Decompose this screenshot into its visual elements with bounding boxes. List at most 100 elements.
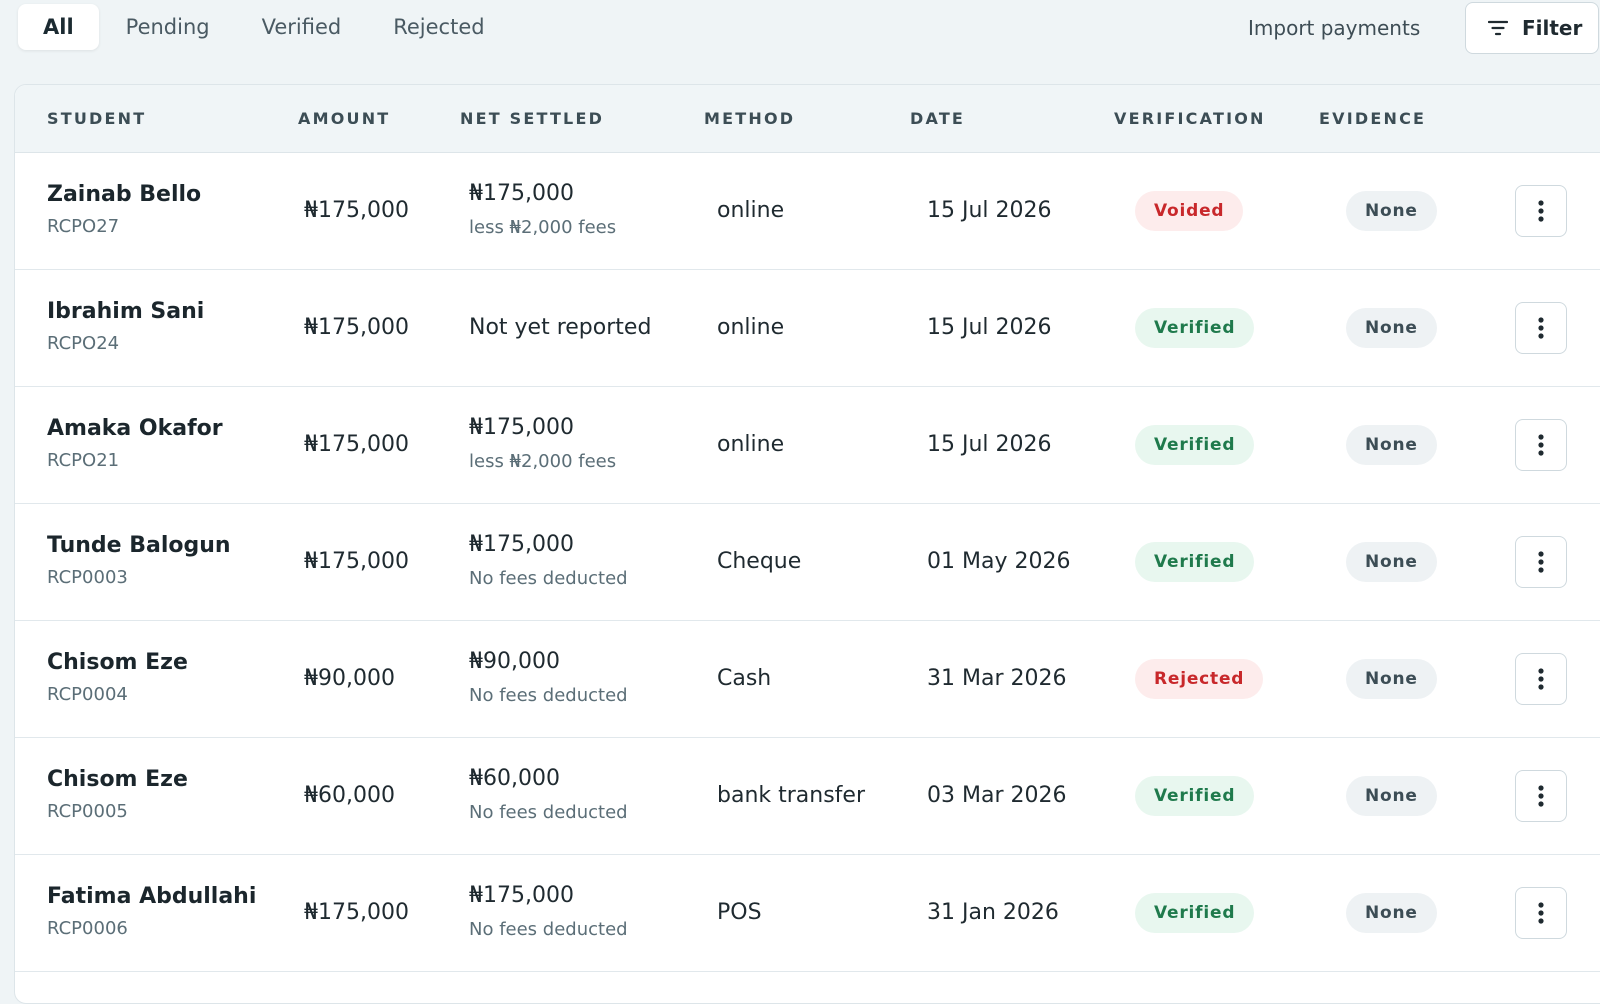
verification-status-badge: Rejected bbox=[1135, 659, 1264, 699]
amount-value: ₦175,000 bbox=[304, 549, 409, 574]
student-name: Amaka Okafor bbox=[47, 416, 223, 441]
payment-method: online bbox=[717, 315, 785, 340]
amount-value: ₦175,000 bbox=[304, 432, 409, 457]
net-settled-note: less ₦2,000 fees bbox=[469, 217, 617, 238]
table-row[interactable]: Amaka Okafor RCPO21 ₦175,000 ₦175,000 le… bbox=[15, 387, 1600, 504]
payment-date: 03 Mar 2026 bbox=[927, 783, 1067, 808]
more-vertical-icon bbox=[1538, 551, 1544, 573]
net-settled-value: ₦60,000 bbox=[469, 766, 560, 791]
row-actions-button[interactable] bbox=[1515, 419, 1567, 471]
payment-method: online bbox=[717, 432, 785, 457]
toolbar: All Pending Verified Rejected Import pay… bbox=[0, 0, 1600, 56]
net-settled-note: No fees deducted bbox=[469, 685, 628, 706]
column-header-evidence: EVIDENCE bbox=[1319, 108, 1427, 128]
table-row[interactable]: Chisom Eze RCP0005 ₦60,000 ₦60,000 No fe… bbox=[15, 738, 1600, 855]
status-tabs: All Pending Verified Rejected bbox=[18, 4, 512, 50]
import-payments-button[interactable]: Import payments bbox=[1248, 8, 1420, 48]
receipt-code: RCP0003 bbox=[47, 567, 128, 588]
payment-method: bank transfer bbox=[717, 783, 866, 808]
row-actions-button[interactable] bbox=[1515, 653, 1567, 705]
student-name: Chisom Eze bbox=[47, 767, 188, 792]
student-name: Zainab Bello bbox=[47, 182, 202, 207]
payment-date: 15 Jul 2026 bbox=[927, 315, 1052, 340]
receipt-code: RCPO24 bbox=[47, 333, 120, 354]
amount-value: ₦90,000 bbox=[304, 666, 395, 691]
verification-status-badge: Verified bbox=[1135, 542, 1255, 582]
receipt-code: RCP0004 bbox=[47, 684, 128, 705]
row-actions-button[interactable] bbox=[1515, 302, 1567, 354]
filter-button[interactable]: Filter bbox=[1465, 2, 1599, 54]
net-settled-note: No fees deducted bbox=[469, 568, 628, 589]
verification-status-badge: Verified bbox=[1135, 776, 1255, 816]
row-actions-button[interactable] bbox=[1515, 887, 1567, 939]
tab-all[interactable]: All bbox=[18, 4, 99, 50]
payment-method: Cheque bbox=[717, 549, 802, 574]
more-vertical-icon bbox=[1538, 785, 1544, 807]
student-name: Chisom Eze bbox=[47, 650, 188, 675]
receipt-code: RCP0006 bbox=[47, 918, 128, 939]
net-settled-value: ₦175,000 bbox=[469, 181, 574, 206]
evidence-badge: None bbox=[1346, 425, 1437, 465]
row-actions-button[interactable] bbox=[1515, 536, 1567, 588]
net-settled-value: Not yet reported bbox=[469, 315, 652, 340]
more-vertical-icon bbox=[1538, 668, 1544, 690]
tab-rejected[interactable]: Rejected bbox=[368, 4, 509, 50]
evidence-badge: None bbox=[1346, 191, 1437, 231]
net-settled-value: ₦175,000 bbox=[469, 883, 574, 908]
student-name: Tunde Balogun bbox=[47, 533, 231, 558]
evidence-badge: None bbox=[1346, 893, 1437, 933]
table-row[interactable]: Tunde Balogun RCP0003 ₦175,000 ₦175,000 … bbox=[15, 504, 1600, 621]
tab-pending[interactable]: Pending bbox=[101, 4, 235, 50]
more-vertical-icon bbox=[1538, 434, 1544, 456]
table-row[interactable]: Ibrahim Sani RCPO24 ₦175,000 Not yet rep… bbox=[15, 270, 1600, 387]
receipt-code: RCPO27 bbox=[47, 216, 120, 237]
evidence-badge: None bbox=[1346, 659, 1437, 699]
more-vertical-icon bbox=[1538, 200, 1544, 222]
payment-date: 01 May 2026 bbox=[927, 549, 1071, 574]
payment-method: Cash bbox=[717, 666, 772, 691]
amount-value: ₦175,000 bbox=[304, 900, 409, 925]
payment-date: 15 Jul 2026 bbox=[927, 432, 1052, 457]
verification-status-badge: Verified bbox=[1135, 425, 1255, 465]
table-row[interactable]: Zainab Bello RCPO27 ₦175,000 ₦175,000 le… bbox=[15, 153, 1600, 270]
evidence-badge: None bbox=[1346, 308, 1437, 348]
amount-value: ₦60,000 bbox=[304, 783, 395, 808]
payment-method: online bbox=[717, 198, 785, 223]
more-vertical-icon bbox=[1538, 317, 1544, 339]
column-header-method: METHOD bbox=[704, 108, 796, 128]
column-header-student: STUDENT bbox=[47, 108, 147, 128]
column-header-amount: AMOUNT bbox=[298, 108, 391, 128]
net-settled-value: ₦90,000 bbox=[469, 649, 560, 674]
payment-date: 31 Mar 2026 bbox=[927, 666, 1067, 691]
filter-label: Filter bbox=[1522, 16, 1583, 40]
amount-value: ₦175,000 bbox=[304, 315, 409, 340]
student-name: Fatima Abdullahi bbox=[47, 884, 257, 909]
net-settled-value: ₦175,000 bbox=[469, 532, 574, 557]
receipt-code: RCPO21 bbox=[47, 450, 120, 471]
receipt-code: RCP0005 bbox=[47, 801, 128, 822]
student-name: Ibrahim Sani bbox=[47, 299, 205, 324]
row-actions-button[interactable] bbox=[1515, 185, 1567, 237]
more-vertical-icon bbox=[1538, 902, 1544, 924]
column-header-verification: VERIFICATION bbox=[1114, 108, 1266, 128]
verification-status-badge: Verified bbox=[1135, 308, 1255, 348]
column-header-net-settled: NET SETTLED bbox=[460, 108, 605, 128]
table-row[interactable]: Chisom Eze RCP0004 ₦90,000 ₦90,000 No fe… bbox=[15, 621, 1600, 738]
payments-table: STUDENT AMOUNT NET SETTLED METHOD DATE V… bbox=[14, 84, 1600, 1004]
evidence-badge: None bbox=[1346, 542, 1437, 582]
payment-date: 15 Jul 2026 bbox=[927, 198, 1052, 223]
net-settled-note: No fees deducted bbox=[469, 919, 628, 940]
evidence-badge: None bbox=[1346, 776, 1437, 816]
net-settled-note: No fees deducted bbox=[469, 802, 628, 823]
table-body: Zainab Bello RCPO27 ₦175,000 ₦175,000 le… bbox=[15, 153, 1600, 972]
verification-status-badge: Voided bbox=[1135, 191, 1244, 231]
column-header-date: DATE bbox=[910, 108, 966, 128]
row-actions-button[interactable] bbox=[1515, 770, 1567, 822]
payment-method: POS bbox=[717, 900, 762, 925]
net-settled-note: less ₦2,000 fees bbox=[469, 451, 617, 472]
table-header: STUDENT AMOUNT NET SETTLED METHOD DATE V… bbox=[15, 85, 1600, 153]
payment-date: 31 Jan 2026 bbox=[927, 900, 1059, 925]
filter-lines-icon bbox=[1488, 20, 1508, 36]
table-row[interactable]: Fatima Abdullahi RCP0006 ₦175,000 ₦175,0… bbox=[15, 855, 1600, 972]
tab-verified[interactable]: Verified bbox=[237, 4, 367, 50]
